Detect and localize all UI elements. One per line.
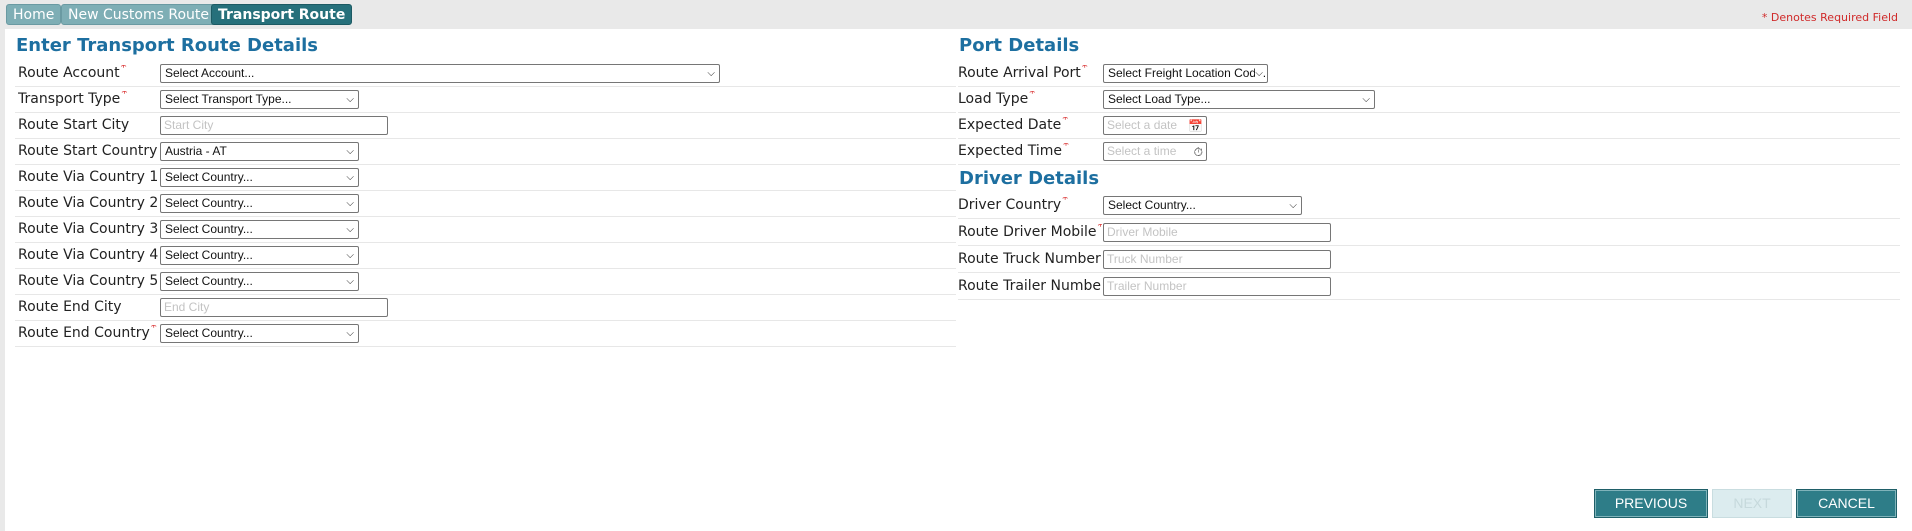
expected-time-label: Expected Time* bbox=[958, 143, 1069, 159]
route-start-city-label: Route Start City bbox=[18, 117, 130, 133]
trailer-number-label: Route Trailer Number bbox=[958, 278, 1102, 294]
next-button[interactable]: NEXT bbox=[1712, 489, 1792, 518]
via-country-4-row: Route Via Country 4 Select Country... ⌵ bbox=[15, 243, 956, 269]
via-country-2-select[interactable]: Select Country... ⌵ bbox=[160, 194, 359, 213]
required-star: * bbox=[150, 325, 157, 334]
port-details-title: Port Details bbox=[959, 35, 1080, 56]
breadcrumb-new-customs-route[interactable]: New Customs Route bbox=[61, 4, 217, 25]
required-field-note: * Denotes Required Field bbox=[1761, 11, 1898, 24]
required-star: * bbox=[1029, 91, 1036, 100]
transport-route-title: Enter Transport Route Details bbox=[16, 35, 318, 56]
driver-country-select[interactable]: Select Country... ⌵ bbox=[1103, 196, 1302, 215]
load-type-label: Load Type* bbox=[958, 91, 1035, 107]
expected-time-row: Expected Time* Select a time ⏱ bbox=[958, 139, 1900, 165]
chevron-down-icon: ⌵ bbox=[707, 68, 715, 79]
driver-country-label: Driver Country* bbox=[958, 197, 1068, 213]
top-bar: Home New Customs Route Transport Route *… bbox=[0, 0, 1912, 28]
chevron-down-icon: ⌵ bbox=[346, 276, 354, 287]
required-star: * bbox=[1062, 117, 1069, 126]
route-start-country-select[interactable]: Austria - AT ⌵ bbox=[160, 142, 359, 161]
load-type-row: Load Type* Select Load Type... ⌵ bbox=[958, 87, 1900, 113]
chevron-down-icon: ⌵ bbox=[346, 172, 354, 183]
route-start-city-row: Route Start City Start City bbox=[15, 113, 956, 139]
truck-number-label: Route Truck Number* bbox=[958, 251, 1102, 267]
via-country-2-row: Route Via Country 2 Select Country... ⌵ bbox=[15, 191, 956, 217]
via-country-1-label: Route Via Country 1 bbox=[18, 169, 159, 185]
form-panel: Enter Transport Route Details Route Acco… bbox=[5, 29, 1912, 531]
chevron-down-icon: ⌵ bbox=[346, 328, 354, 339]
transport-type-row: Transport Type* Select Transport Type...… bbox=[15, 87, 956, 113]
route-start-city-input[interactable]: Start City bbox=[160, 116, 388, 135]
breadcrumb-home[interactable]: Home bbox=[6, 4, 62, 25]
arrival-port-row: Route Arrival Port* Select Freight Locat… bbox=[958, 61, 1900, 87]
via-country-3-select[interactable]: Select Country... ⌵ bbox=[160, 220, 359, 239]
expected-time-input[interactable]: Select a time ⏱ bbox=[1103, 142, 1207, 161]
arrival-port-select[interactable]: Select Freight Location Code... ⌵ bbox=[1103, 64, 1268, 83]
route-end-country-row: Route End Country* Select Country... ⌵ bbox=[15, 321, 956, 347]
chevron-down-icon: ⌵ bbox=[346, 146, 354, 157]
route-end-city-row: Route End City End City bbox=[15, 295, 956, 321]
required-star: * bbox=[1081, 65, 1088, 74]
trailer-number-row: Route Trailer Number Trailer Number bbox=[958, 274, 1900, 300]
chevron-down-icon: ⌵ bbox=[346, 224, 354, 235]
via-country-2-label: Route Via Country 2 bbox=[18, 195, 159, 211]
truck-number-row: Route Truck Number* Truck Number bbox=[958, 247, 1900, 273]
breadcrumb-transport-route[interactable]: Transport Route bbox=[211, 4, 353, 25]
clock-icon[interactable]: ⏱ bbox=[1193, 144, 1203, 160]
via-country-5-label: Route Via Country 5 bbox=[18, 273, 159, 289]
route-start-country-row: Route Start Country Austria - AT ⌵ bbox=[15, 139, 956, 165]
required-star: * bbox=[1062, 197, 1069, 206]
transport-type-select[interactable]: Select Transport Type... ⌵ bbox=[160, 90, 359, 109]
route-end-country-label: Route End Country* bbox=[18, 325, 157, 341]
chevron-down-icon: ⌵ bbox=[346, 198, 354, 209]
route-account-label: Route Account* bbox=[18, 65, 127, 81]
via-country-3-row: Route Via Country 3 Select Country... ⌵ bbox=[15, 217, 956, 243]
chevron-down-icon: ⌵ bbox=[1289, 200, 1297, 211]
route-start-country-label: Route Start Country bbox=[18, 143, 158, 159]
required-star: * bbox=[120, 65, 127, 74]
calendar-icon[interactable]: 📅 bbox=[1188, 118, 1203, 134]
truck-number-input[interactable]: Truck Number bbox=[1103, 250, 1331, 269]
chevron-down-icon: ⌵ bbox=[346, 250, 354, 261]
driver-mobile-input[interactable]: Driver Mobile bbox=[1103, 223, 1331, 242]
required-star: * bbox=[1063, 143, 1070, 152]
via-country-5-select[interactable]: Select Country... ⌵ bbox=[160, 272, 359, 291]
expected-date-input[interactable]: Select a date 📅 bbox=[1103, 116, 1207, 135]
route-end-city-label: Route End City bbox=[18, 299, 122, 315]
arrival-port-label: Route Arrival Port* bbox=[958, 65, 1102, 81]
chevron-down-icon: ⌵ bbox=[346, 94, 354, 105]
trailer-number-input[interactable]: Trailer Number bbox=[1103, 277, 1331, 296]
load-type-select[interactable]: Select Load Type... ⌵ bbox=[1103, 90, 1375, 109]
driver-mobile-label: Route Driver Mobile* bbox=[958, 224, 1102, 240]
via-country-1-select[interactable]: Select Country... ⌵ bbox=[160, 168, 359, 187]
chevron-down-icon: ⌵ bbox=[1362, 94, 1370, 105]
route-account-row: Route Account* Select Account... ⌵ bbox=[15, 61, 956, 87]
chevron-down-icon: ⌵ bbox=[1255, 65, 1263, 82]
driver-mobile-row: Route Driver Mobile* Driver Mobile bbox=[958, 220, 1900, 246]
via-country-3-label: Route Via Country 3 bbox=[18, 221, 159, 237]
driver-country-row: Driver Country* Select Country... ⌵ bbox=[958, 193, 1900, 219]
cancel-button[interactable]: CANCEL bbox=[1796, 489, 1897, 518]
via-country-4-label: Route Via Country 4 bbox=[18, 247, 159, 263]
required-star: * bbox=[1098, 224, 1102, 233]
transport-type-label: Transport Type* bbox=[18, 91, 127, 107]
required-star: * bbox=[121, 91, 128, 100]
route-end-city-input[interactable]: End City bbox=[160, 298, 388, 317]
expected-date-label: Expected Date* bbox=[958, 117, 1068, 133]
route-end-country-select[interactable]: Select Country... ⌵ bbox=[160, 324, 359, 343]
page: Home New Customs Route Transport Route *… bbox=[0, 0, 1912, 531]
via-country-5-row: Route Via Country 5 Select Country... ⌵ bbox=[15, 269, 956, 295]
via-country-4-select[interactable]: Select Country... ⌵ bbox=[160, 246, 359, 265]
expected-date-row: Expected Date* Select a date 📅 bbox=[958, 113, 1900, 139]
previous-button[interactable]: PREVIOUS bbox=[1594, 489, 1708, 518]
route-account-select[interactable]: Select Account... ⌵ bbox=[160, 64, 720, 83]
via-country-1-row: Route Via Country 1 Select Country... ⌵ bbox=[15, 165, 956, 191]
driver-details-title: Driver Details bbox=[959, 168, 1100, 189]
